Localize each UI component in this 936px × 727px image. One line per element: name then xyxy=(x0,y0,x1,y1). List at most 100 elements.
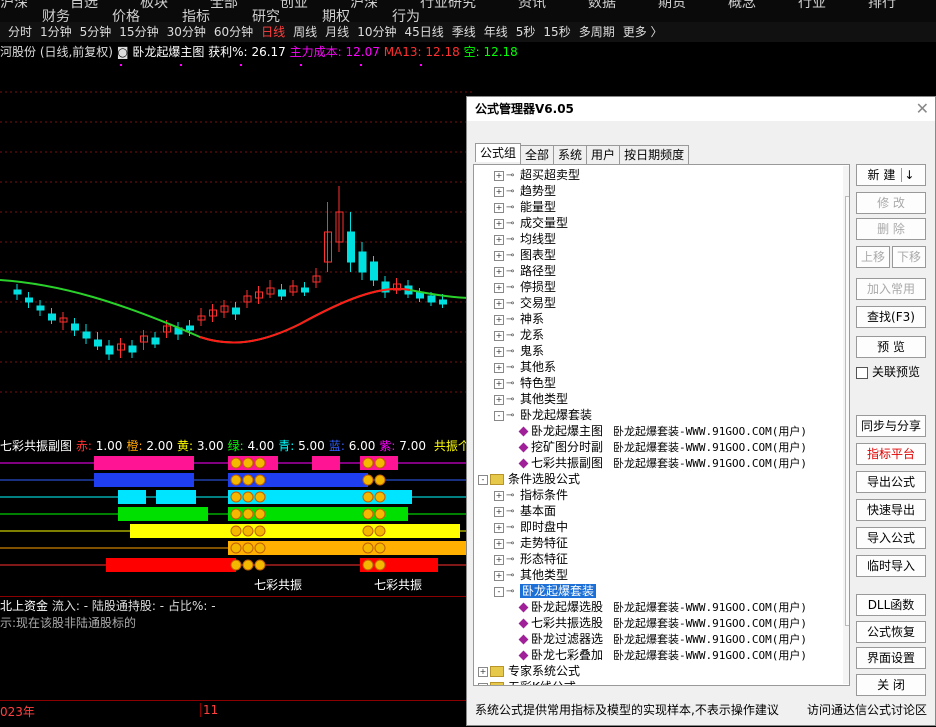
formula-item[interactable]: 七彩共振副图 卧龙起爆套装-WWW.91GOO.COM(用户) xyxy=(518,455,807,471)
tree-group[interactable]: + ⊸ 交易型 xyxy=(494,295,556,311)
tree-group[interactable]: + ⊸ 走势特征 xyxy=(494,535,568,551)
expander-icon[interactable]: + xyxy=(494,554,504,565)
close-icon[interactable]: ✕ xyxy=(916,99,929,118)
top-menu-item[interactable]: 期货 xyxy=(658,0,686,10)
period-tab[interactable]: 60分钟 xyxy=(214,25,253,39)
top-menu-item[interactable]: 排行 xyxy=(868,0,896,10)
period-tab[interactable]: 月线 xyxy=(325,25,349,39)
expander-icon[interactable]: + xyxy=(494,250,504,261)
delete-button[interactable]: 删 除 xyxy=(856,218,926,240)
tree-group[interactable]: + 专家系统公式 xyxy=(478,663,580,679)
top-menu-item[interactable]: 研究 xyxy=(252,10,280,22)
formula-item[interactable]: 卧龙起爆主图 卧龙起爆套装-WWW.91GOO.COM(用户) xyxy=(518,423,807,439)
tree-group[interactable]: + 五彩K线公式 xyxy=(478,679,576,685)
tree-group[interactable]: + ⊸ 形态特征 xyxy=(494,551,568,567)
top-menu-item[interactable]: 行为 xyxy=(392,10,420,22)
period-tab[interactable]: 季线 xyxy=(452,25,476,39)
tree-group[interactable]: + ⊸ 神系 xyxy=(494,311,544,327)
top-menu-item[interactable]: 期权 xyxy=(322,10,350,22)
top-menu-item[interactable]: 资讯 xyxy=(518,0,546,10)
link-preview-checkbox[interactable]: 关联预览 xyxy=(856,364,920,380)
top-menu-item[interactable]: 沪深 xyxy=(350,0,378,10)
period-tab[interactable]: 5分钟 xyxy=(80,25,112,39)
dll-function-button[interactable]: DLL函数 xyxy=(856,594,926,616)
period-tab[interactable]: 更多 〉 xyxy=(623,25,663,39)
checkbox-icon[interactable] xyxy=(856,366,868,379)
expander-icon[interactable]: + xyxy=(494,378,504,389)
move-down-button[interactable]: 下移 xyxy=(892,246,926,268)
tree-group[interactable]: + ⊸ 基本面 xyxy=(494,503,556,519)
formula-item[interactable]: 卧龙七彩叠加 卧龙起爆套装-WWW.91GOO.COM(用户) xyxy=(518,647,807,663)
tree-group[interactable]: + ⊸ 其他类型 xyxy=(494,567,568,583)
top-menu-item[interactable]: 板块 xyxy=(140,0,168,10)
tree-group[interactable]: + ⊸ 成交量型 xyxy=(494,215,568,231)
expander-icon[interactable]: + xyxy=(494,394,504,405)
period-tab[interactable]: 分时 xyxy=(8,25,32,39)
quick-export-button[interactable]: 快速导出 xyxy=(856,499,926,521)
tree-group[interactable]: + ⊸ 超买超卖型 xyxy=(494,167,580,183)
formula-restore-button[interactable]: 公式恢复 xyxy=(856,621,926,643)
period-tab[interactable]: 15秒 xyxy=(543,25,570,39)
period-tab[interactable]: 1分钟 xyxy=(40,25,72,39)
expander-icon[interactable]: - xyxy=(494,586,504,597)
tree-group[interactable]: + ⊸ 指标条件 xyxy=(494,487,568,503)
dropdown-arrow-icon[interactable]: ↓ xyxy=(901,168,915,182)
modify-button[interactable]: 修 改 xyxy=(856,192,926,214)
expander-icon[interactable]: + xyxy=(478,666,488,677)
expander-icon[interactable]: - xyxy=(478,474,488,485)
formula-item[interactable]: 挖矿图分时副 卧龙起爆套装-WWW.91GOO.COM(用户) xyxy=(518,439,807,455)
formula-item[interactable]: 卧龙起爆选股 卧龙起爆套装-WWW.91GOO.COM(用户) xyxy=(518,599,807,615)
close-button[interactable]: 关 闭 xyxy=(856,674,926,696)
top-menu-item[interactable]: 数据 xyxy=(588,0,616,10)
tree-group[interactable]: + ⊸ 路径型 xyxy=(494,263,556,279)
top-menu-item[interactable]: 指标 xyxy=(182,10,210,22)
expander-icon[interactable]: + xyxy=(494,186,504,197)
expander-icon[interactable]: + xyxy=(494,538,504,549)
tree-group[interactable]: - 条件选股公式 xyxy=(478,471,580,487)
tab-all[interactable]: 全部 xyxy=(520,145,555,164)
tree-group[interactable]: + ⊸ 其他系 xyxy=(494,359,556,375)
expander-icon[interactable]: + xyxy=(494,362,504,373)
top-menu-item[interactable]: 价格 xyxy=(112,10,140,22)
tree-group[interactable]: + ⊸ 特色型 xyxy=(494,375,556,391)
period-tab[interactable]: 多周期 xyxy=(579,25,615,39)
scrollbar-thumb[interactable] xyxy=(845,196,849,626)
tree-scrollbar[interactable] xyxy=(843,166,849,684)
tree-group[interactable]: + ⊸ 图表型 xyxy=(494,247,556,263)
forum-link[interactable]: 访问通达信公式讨论区 xyxy=(807,702,927,718)
expander-icon[interactable]: + xyxy=(494,170,504,181)
indicator-platform-button[interactable]: 指标平台 xyxy=(856,443,926,465)
period-tab[interactable]: 15分钟 xyxy=(119,25,158,39)
formula-item[interactable]: 七彩共振选股 卧龙起爆套装-WWW.91GOO.COM(用户) xyxy=(518,615,807,631)
period-tab[interactable]: 10分钟 xyxy=(357,25,396,39)
ui-settings-button[interactable]: 界面设置 xyxy=(856,647,926,669)
expander-icon[interactable]: + xyxy=(494,522,504,533)
tab-by-date[interactable]: 按日期频度 xyxy=(619,145,690,164)
expander-icon[interactable]: + xyxy=(494,570,504,581)
tree-group[interactable]: + ⊸ 能量型 xyxy=(494,199,556,215)
period-tab[interactable]: 年线 xyxy=(484,25,508,39)
expander-icon[interactable]: + xyxy=(494,314,504,325)
sync-share-button[interactable]: 同步与分享 xyxy=(856,415,926,437)
top-menu-item[interactable]: 概念 xyxy=(728,0,756,10)
expander-icon[interactable]: + xyxy=(494,218,504,229)
top-menu-item[interactable]: 全部 xyxy=(210,0,238,10)
expander-icon[interactable]: + xyxy=(494,234,504,245)
expander-icon[interactable]: + xyxy=(478,682,488,685)
tree-group[interactable]: + ⊸ 停损型 xyxy=(494,279,556,295)
tree-group[interactable]: + ⊸ 龙系 xyxy=(494,327,544,343)
new-button[interactable]: 新 建 ↓ xyxy=(856,164,926,186)
tree-group[interactable]: + ⊸ 即时盘中 xyxy=(494,519,568,535)
tab-group[interactable]: 公式组 xyxy=(475,143,522,162)
indicator-name[interactable]: 卧龙起爆主图 xyxy=(132,45,204,59)
tree-group[interactable]: + ⊸ 其他类型 xyxy=(494,391,568,407)
top-menu-item[interactable]: 沪深 xyxy=(0,0,28,10)
formula-item[interactable]: 卧龙过滤器选 卧龙起爆套装-WWW.91GOO.COM(用户) xyxy=(518,631,807,647)
period-tab[interactable]: 45日线 xyxy=(404,25,443,39)
period-tab[interactable]: 日线 xyxy=(261,25,285,39)
move-up-button[interactable]: 上移 xyxy=(856,246,890,268)
period-tab[interactable]: 5秒 xyxy=(516,25,536,39)
tree-group[interactable]: - ⊸ 卧龙起爆套装 xyxy=(494,583,597,599)
find-button[interactable]: 查找(F3) xyxy=(856,306,926,328)
period-tab[interactable]: 30分钟 xyxy=(167,25,206,39)
